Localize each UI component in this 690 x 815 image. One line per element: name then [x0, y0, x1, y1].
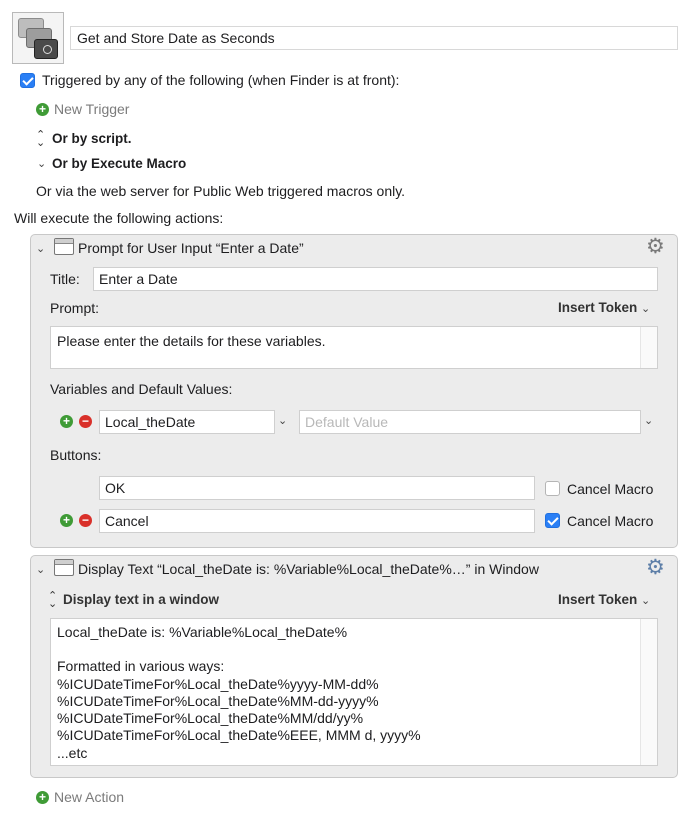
buttons-label: Buttons:	[50, 447, 102, 463]
gear-icon[interactable]: ⚙	[646, 236, 665, 257]
or-by-script-disclosure[interactable]: Or by script.	[52, 131, 132, 146]
default-value-dropdown-chevron-icon[interactable]: ⌄	[644, 414, 653, 427]
chevron-down-icon: ⌄	[641, 303, 651, 315]
scrollbar[interactable]	[640, 327, 657, 368]
actions-header: Will execute the following actions:	[14, 210, 224, 226]
trigger-checkbox[interactable]	[20, 73, 35, 88]
updown-chevron-icon[interactable]: ⌃ ⌄	[36, 130, 45, 149]
action2-title: Display Text “Local_theDate is: %Variabl…	[78, 561, 539, 577]
macro-icon[interactable]	[12, 12, 64, 64]
title-label: Title:	[50, 271, 80, 287]
new-trigger-button[interactable]: New Trigger	[54, 101, 129, 117]
checkmark-icon	[20, 73, 35, 88]
button-label-input[interactable]: Cancel	[99, 509, 535, 533]
display-text-textarea[interactable]: Local_theDate is: %Variable%Local_theDat…	[50, 618, 658, 766]
text-line: %ICUDateTimeFor%Local_theDate%MM/dd/yy%	[57, 710, 364, 727]
button-label-input[interactable]: OK	[99, 476, 535, 500]
text-line: Formatted in various ways:	[57, 658, 225, 675]
variables-label: Variables and Default Values:	[50, 381, 233, 397]
prompt-textarea[interactable]: Please enter the details for these varia…	[50, 326, 658, 369]
prompt-text: Please enter the details for these varia…	[57, 333, 326, 349]
cancel-macro-checkbox[interactable]	[545, 481, 560, 496]
text-line: Local_theDate is: %Variable%Local_theDat…	[57, 624, 348, 640]
macro-name-field[interactable]: Get and Store Date as Seconds	[70, 26, 678, 50]
text-line: ...etc	[57, 744, 88, 761]
checkbox-box	[545, 481, 560, 496]
insert-token-menu-1[interactable]: Insert Token ⌄	[558, 300, 650, 315]
display-mode-popup[interactable]: Display text in a window	[63, 592, 219, 607]
variable-name-input[interactable]: Local_theDate	[99, 410, 275, 434]
prompt-label: Prompt:	[50, 300, 100, 316]
text-line: %ICUDateTimeFor%Local_theDate%EEE, MMM d…	[57, 727, 421, 744]
default-value-input[interactable]: Default Value	[299, 410, 641, 434]
window-icon	[54, 238, 74, 255]
add-icon[interactable]: +	[36, 103, 49, 116]
add-variable-icon[interactable]: +	[60, 415, 73, 428]
add-icon[interactable]: +	[36, 791, 49, 804]
cancel-macro-label: Cancel Macro	[567, 481, 654, 497]
or-by-execute-macro-disclosure[interactable]: Or by Execute Macro	[52, 156, 186, 171]
title-input[interactable]: Enter a Date	[93, 267, 658, 291]
checkmark-icon	[545, 513, 560, 528]
new-action-button[interactable]: New Action	[54, 789, 124, 805]
remove-button-icon[interactable]: −	[79, 514, 92, 527]
text-line: %ICUDateTimeFor%Local_theDate%MM-dd-yyyy…	[57, 692, 379, 709]
updown-chevron-icon[interactable]: ⌃ ⌄	[48, 591, 57, 610]
trigger-checkbox-label: Triggered by any of the following (when …	[42, 72, 400, 88]
web-server-note: Or via the web server for Public Web tri…	[36, 183, 406, 199]
disclosure-chevron-icon[interactable]: ⌄	[37, 157, 46, 170]
insert-token-label: Insert Token	[558, 592, 638, 607]
insert-token-label: Insert Token	[558, 300, 638, 315]
chevron-down-icon: ⌄	[641, 595, 651, 607]
remove-variable-icon[interactable]: −	[79, 415, 92, 428]
insert-token-menu-2[interactable]: Insert Token ⌄	[558, 592, 650, 607]
collapse-chevron-icon[interactable]: ⌄	[36, 563, 45, 576]
cancel-macro-checkbox[interactable]	[545, 513, 560, 528]
scrollbar[interactable]	[640, 619, 657, 765]
action1-title: Prompt for User Input “Enter a Date”	[78, 240, 304, 256]
add-button-icon[interactable]: +	[60, 514, 73, 527]
text-line: %ICUDateTimeFor%Local_theDate%yyyy-MM-dd…	[57, 675, 379, 692]
text-line	[57, 641, 421, 658]
collapse-chevron-icon[interactable]: ⌄	[36, 242, 45, 255]
variable-dropdown-chevron-icon[interactable]: ⌄	[278, 414, 287, 427]
gear-icon[interactable]: ⚙	[646, 557, 665, 578]
cancel-macro-label: Cancel Macro	[567, 513, 654, 529]
window-icon	[54, 559, 74, 576]
display-text-content: Local_theDate is: %Variable%Local_theDat…	[57, 624, 421, 762]
